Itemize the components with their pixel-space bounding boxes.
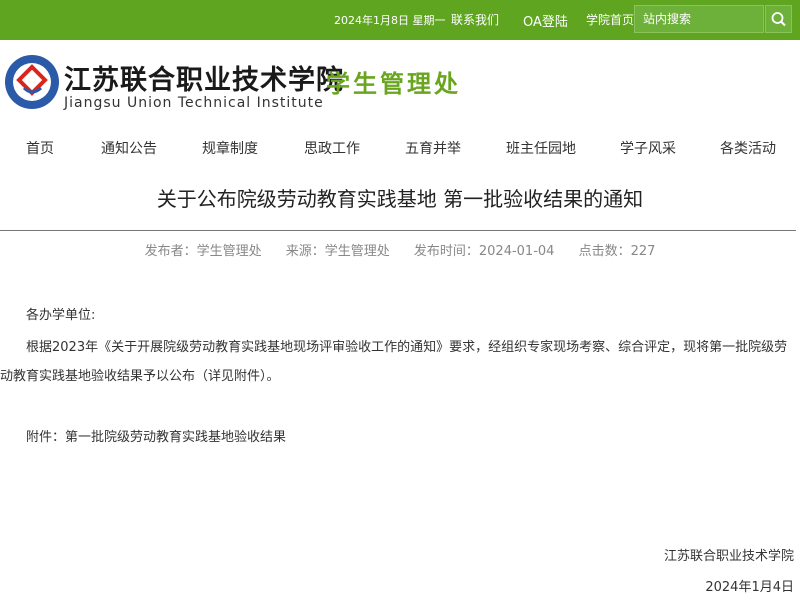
search-input[interactable] [634, 5, 764, 33]
top-bar: 2024年1月8日 星期一 联系我们 OA登陆 学院首页 [0, 0, 800, 40]
meta-publisher: 发布者：学生管理处 [144, 244, 262, 259]
institute-name-cn: 江苏联合职业技术学院 [64, 65, 344, 96]
nav-item-notices[interactable]: 通知公告 [101, 138, 157, 158]
current-date: 2024年1月8日 星期一 [334, 14, 446, 27]
article-body: 根据2023年《关于开展院级劳动教育实践基地现场评审验收工作的通知》要求，经组织… [0, 340, 788, 384]
institute-name-en: Jiangsu Union Technical Institute [64, 95, 324, 111]
attachment-line: 附件：第一批院级劳动教育实践基地验收结果 [26, 430, 287, 445]
meta-time: 发布时间：2024-01-04 [413, 244, 555, 259]
nav-item-ideology[interactable]: 思政工作 [304, 138, 360, 158]
search-button[interactable] [765, 5, 792, 33]
nav-item-home[interactable]: 首页 [26, 138, 54, 158]
home-link[interactable]: 学院首页 [586, 11, 634, 28]
signature: 江苏联合职业技术学院 [663, 549, 794, 564]
meta-source: 来源：学生管理处 [285, 244, 390, 259]
nav-item-students[interactable]: 学子风采 [620, 138, 676, 158]
article-title: 关于公布院级劳动教育实践基地 第一批验收结果的通知 [156, 187, 644, 211]
greeting: 各办学单位: [26, 308, 96, 323]
nav-item-head-teacher[interactable]: 班主任园地 [506, 138, 576, 158]
nav-item-five-education[interactable]: 五育并举 [405, 138, 461, 158]
nav-item-rules[interactable]: 规章制度 [202, 138, 258, 158]
department-name: 学生管理处 [326, 69, 461, 98]
institute-logo [4, 54, 60, 110]
oa-login-link[interactable]: OA登陆 [523, 11, 568, 30]
meta-clicks: 点击数：227 [578, 244, 656, 259]
sign-date: 2024年1月4日 [705, 580, 794, 595]
nav-item-activities[interactable]: 各类活动 [720, 138, 776, 158]
title-divider [0, 230, 796, 231]
contact-link[interactable]: 联系我们 [451, 11, 499, 28]
article-meta: 发布者：学生管理处 来源：学生管理处 发布时间：2024-01-04 点击数：2… [0, 240, 800, 259]
main-nav: 首页 通知公告 规章制度 思政工作 五育并举 班主任园地 学子风采 各类活动 [0, 138, 800, 160]
search-icon [771, 12, 786, 27]
